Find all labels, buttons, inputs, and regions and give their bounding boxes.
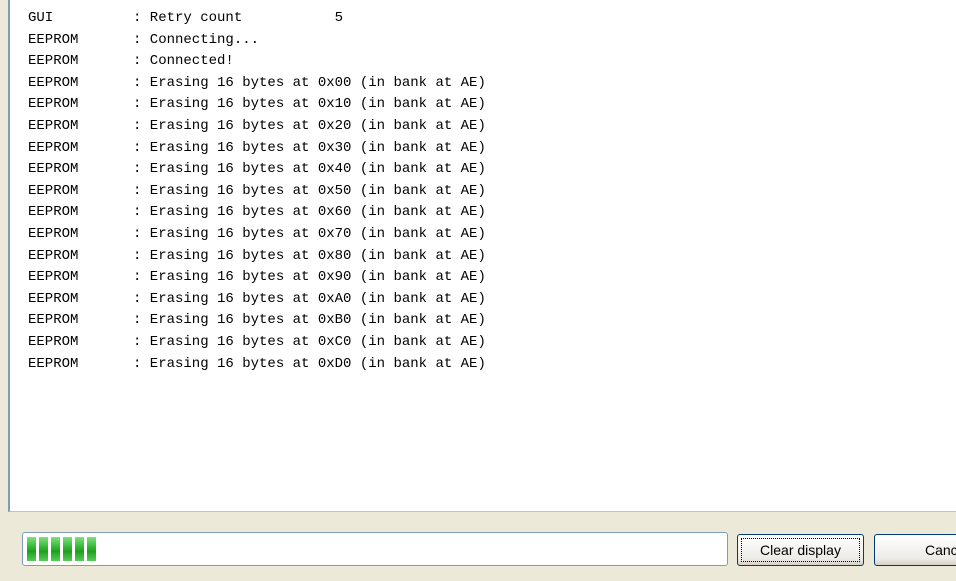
log-source: EEPROM [28, 161, 79, 178]
log-line: EEPROM : Connected! [28, 51, 486, 73]
log-line: GUI : Retry count 5 [28, 8, 486, 30]
progress-block [51, 537, 60, 561]
progress-block [87, 537, 96, 561]
log-message: : Erasing 16 bytes at 0x50 (in bank at A… [133, 182, 486, 199]
log-message: : Erasing 16 bytes at 0x00 (in bank at A… [133, 74, 486, 91]
progress-block [63, 537, 72, 561]
log-line: EEPROM : Erasing 16 bytes at 0x10 (in ban… [28, 94, 486, 116]
log-line: EEPROM : Erasing 16 bytes at 0xC0 (in ban… [28, 332, 486, 354]
log-source: EEPROM [28, 96, 79, 113]
progress-fill [27, 537, 96, 561]
log-source: EEPROM [28, 204, 79, 221]
log-source: EEPROM [28, 269, 79, 286]
log-message: : Connected! [133, 53, 234, 70]
log-message: : Erasing 16 bytes at 0x60 (in bank at A… [133, 204, 486, 221]
log-line: EEPROM : Connecting... [28, 30, 486, 52]
log-source: EEPROM [28, 312, 79, 329]
log-source: EEPROM [28, 31, 79, 48]
cancel-label: Cancel [925, 542, 956, 558]
progress-bar [22, 532, 728, 566]
log-message: : Erasing 16 bytes at 0x70 (in bank at A… [133, 225, 486, 242]
log-line: EEPROM : Erasing 16 bytes at 0x70 (in ban… [28, 224, 486, 246]
log-line: EEPROM : Erasing 16 bytes at 0x80 (in ban… [28, 246, 486, 268]
log-source: EEPROM [28, 247, 79, 264]
log-source: EEPROM [28, 290, 79, 307]
log-source: EEPROM [28, 225, 79, 242]
progress-block [39, 537, 48, 561]
log-line: EEPROM : Erasing 16 bytes at 0x00 (in ban… [28, 73, 486, 95]
log-message: : Connecting... [133, 31, 260, 48]
log-source: GUI [28, 10, 54, 26]
log-message: : Erasing 16 bytes at 0x20 (in bank at A… [133, 117, 486, 134]
log-message: : Erasing 16 bytes at 0xD0 (in bank at A… [133, 355, 486, 372]
log-line: EEPROM : Erasing 16 bytes at 0x40 (in ban… [28, 159, 486, 181]
log-message: : Erasing 16 bytes at 0xA0 (in bank at A… [133, 290, 486, 307]
log-message: : Erasing 16 bytes at 0x90 (in bank at A… [133, 269, 486, 286]
log-source: EEPROM [28, 333, 79, 350]
log-line: EEPROM : Erasing 16 bytes at 0xD0 (in ban… [28, 354, 486, 376]
cancel-button[interactable]: Cancel [874, 534, 956, 566]
log-line: EEPROM : Erasing 16 bytes at 0x30 (in ban… [28, 138, 486, 160]
log-line: EEPROM : Erasing 16 bytes at 0x50 (in ban… [28, 181, 486, 203]
log-message: : Erasing 16 bytes at 0x10 (in bank at A… [133, 96, 486, 113]
progress-block [75, 537, 84, 561]
clear-display-button[interactable]: Clear display [737, 534, 864, 566]
log-source: EEPROM [28, 53, 79, 70]
log-source: EEPROM [28, 74, 79, 91]
bottom-bar: Clear display Cancel [0, 512, 956, 581]
log-line: EEPROM : Erasing 16 bytes at 0x20 (in ban… [28, 116, 486, 138]
log-source: EEPROM [28, 355, 79, 372]
clear-display-label: Clear display [760, 542, 841, 558]
log-message: : Erasing 16 bytes at 0x30 (in bank at A… [133, 139, 486, 156]
log-message: : Erasing 16 bytes at 0xC0 (in bank at A… [133, 333, 486, 350]
log-lines: GUI: Retry count 5 EEPROM: Connecting... E… [28, 8, 486, 375]
programmer-window: GUI: Retry count 5 EEPROM: Connecting... E… [0, 0, 956, 581]
log-message: : Erasing 16 bytes at 0x80 (in bank at A… [133, 247, 486, 264]
log-line: EEPROM : Erasing 16 bytes at 0x60 (in ban… [28, 202, 486, 224]
log-display[interactable]: GUI: Retry count 5 EEPROM: Connecting... E… [8, 0, 956, 512]
log-message: : Erasing 16 bytes at 0xB0 (in bank at A… [133, 312, 486, 329]
log-message: : Retry count 5 [133, 10, 344, 26]
log-line: EEPROM : Erasing 16 bytes at 0xA0 (in ban… [28, 289, 486, 311]
log-line: EEPROM : Erasing 16 bytes at 0xB0 (in ban… [28, 310, 486, 332]
log-source: EEPROM [28, 182, 79, 199]
log-message: : Erasing 16 bytes at 0x40 (in bank at A… [133, 161, 486, 178]
progress-block [27, 537, 36, 561]
log-source: EEPROM [28, 117, 79, 134]
log-source: EEPROM [28, 139, 79, 156]
log-line: EEPROM : Erasing 16 bytes at 0x90 (in ban… [28, 267, 486, 289]
